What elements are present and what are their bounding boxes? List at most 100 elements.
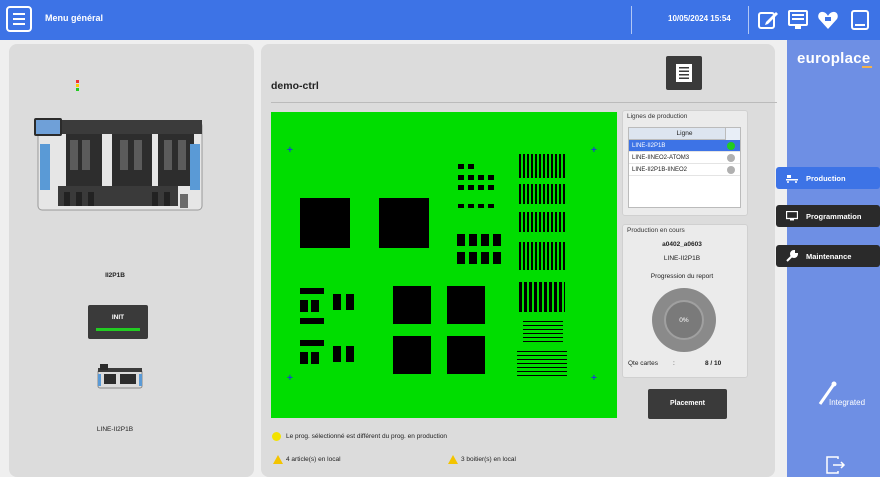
component-smd (488, 204, 494, 208)
sidebar-item-label: Maintenance (806, 251, 852, 261)
component-smd (458, 204, 464, 208)
list-icon (676, 64, 692, 82)
fiducial-marker: + (287, 373, 293, 384)
init-label: INIT (111, 314, 125, 321)
component-smd (300, 288, 324, 294)
component-smd (333, 294, 341, 310)
line-name-cell: LINE-II2P1B-IINEO2 (632, 167, 688, 173)
line-name: LINE-II2P1B (96, 426, 134, 433)
component-array (519, 242, 565, 270)
component-smd (468, 185, 474, 190)
component-smd (488, 185, 494, 190)
line-name-cell: LINE-IINEO2-ATOM3 (632, 155, 690, 161)
sidebar-item-label: Programmation (806, 211, 862, 221)
divider (271, 102, 777, 103)
component-smd (468, 204, 474, 208)
brand-accent (862, 66, 872, 68)
component-smd (481, 234, 489, 246)
current-line: LINE-II2P1B (663, 255, 701, 262)
component-smd (468, 175, 474, 180)
panel-title: Lignes de production (627, 113, 688, 120)
wrench-icon (786, 250, 798, 262)
component-smd (300, 340, 324, 346)
pick-and-place-machine-image (34, 118, 203, 211)
fiducial-marker: + (591, 373, 597, 384)
sidebar-item-maintenance[interactable]: Maintenance (776, 245, 880, 267)
sidebar-item-label: Production (806, 173, 846, 183)
component-array (519, 282, 565, 312)
qty-colon: : (673, 360, 675, 367)
sidebar-item-programmation[interactable]: Programmation (776, 205, 880, 227)
machine-name: II2P1B (105, 272, 125, 279)
placement-button[interactable]: Placement (648, 389, 727, 419)
component-smd (300, 300, 308, 312)
component-smd (458, 175, 464, 180)
status-dot (727, 166, 735, 174)
divider (748, 6, 749, 34)
program-list-button[interactable] (666, 56, 702, 90)
component-qfp (447, 336, 485, 374)
program-title: demo-ctrl (271, 80, 319, 92)
component-smd (300, 318, 324, 324)
progress-label: Progression du report (650, 273, 714, 280)
progress-value: 0% (664, 300, 704, 340)
qty-label: Qte cartes (628, 360, 658, 367)
component-qfp (379, 198, 429, 248)
status-dot (727, 142, 735, 150)
table-row[interactable]: LINE-II2P1B-IINEO2 (629, 164, 740, 176)
window-icon[interactable] (848, 8, 872, 32)
warning-dot-icon (272, 432, 281, 441)
component-smd (481, 252, 489, 264)
init-button[interactable]: INIT (88, 305, 148, 339)
sidebar-item-production[interactable]: Production (776, 167, 880, 189)
panel-title: Production en cours (627, 227, 685, 234)
component-smd (478, 175, 484, 180)
component-smd (457, 252, 465, 264)
component-smd (469, 252, 477, 264)
production-lines-table: Ligne LINE-II2P1B LINE-IINEO2-ATOM3 LINE… (628, 127, 741, 208)
table-row[interactable]: LINE-II2P1B (629, 140, 740, 152)
component-smd (346, 294, 354, 310)
line-name-cell: LINE-II2P1B (632, 143, 666, 149)
component-smd (311, 352, 319, 364)
component-smd (346, 346, 354, 362)
datetime: 10/05/2024 15:54 (668, 14, 731, 23)
pcb-board-view[interactable]: + + + + (271, 112, 617, 418)
column-header[interactable]: Ligne (629, 128, 740, 140)
component-smd (469, 234, 477, 246)
monitor-icon (786, 211, 798, 221)
edit-icon[interactable] (756, 8, 780, 32)
articles-local-message: 4 article(s) en local (286, 456, 341, 463)
component-array (519, 154, 565, 178)
integrated-label: Integrated (829, 398, 866, 407)
component-smd (488, 175, 494, 180)
component-qfp (300, 198, 350, 248)
monitor-list-icon[interactable] (786, 8, 810, 32)
component-smd (478, 185, 484, 190)
menu-icon[interactable] (6, 6, 32, 32)
production-line-image (97, 364, 143, 389)
divider (631, 6, 632, 34)
menu-title[interactable]: Menu général (45, 13, 103, 23)
boitiers-local-message: 3 boitier(s) en local (461, 456, 516, 463)
status-light (76, 80, 79, 91)
component-smd (493, 252, 501, 264)
prog-diff-message: Le prog. sélectionné est différent du pr… (286, 433, 448, 440)
component-smd (468, 164, 474, 169)
component-smd (311, 300, 319, 312)
status-dot (727, 154, 735, 162)
table-row[interactable]: LINE-IINEO2-ATOM3 (629, 152, 740, 164)
component-smd (458, 164, 464, 169)
component-smd (478, 204, 484, 208)
brand-logo: europlace (797, 50, 871, 67)
fiducial-marker: + (287, 145, 293, 156)
current-program: a0402_a0603 (662, 241, 702, 248)
conveyor-icon (786, 175, 798, 183)
warning-icon (273, 455, 283, 464)
heart-logo-icon[interactable] (816, 8, 840, 32)
component-array (523, 318, 563, 342)
component-qfp (393, 286, 431, 324)
component-smd (300, 352, 308, 364)
exit-icon[interactable] (826, 456, 846, 474)
qty-value: 8 / 10 (705, 360, 722, 367)
